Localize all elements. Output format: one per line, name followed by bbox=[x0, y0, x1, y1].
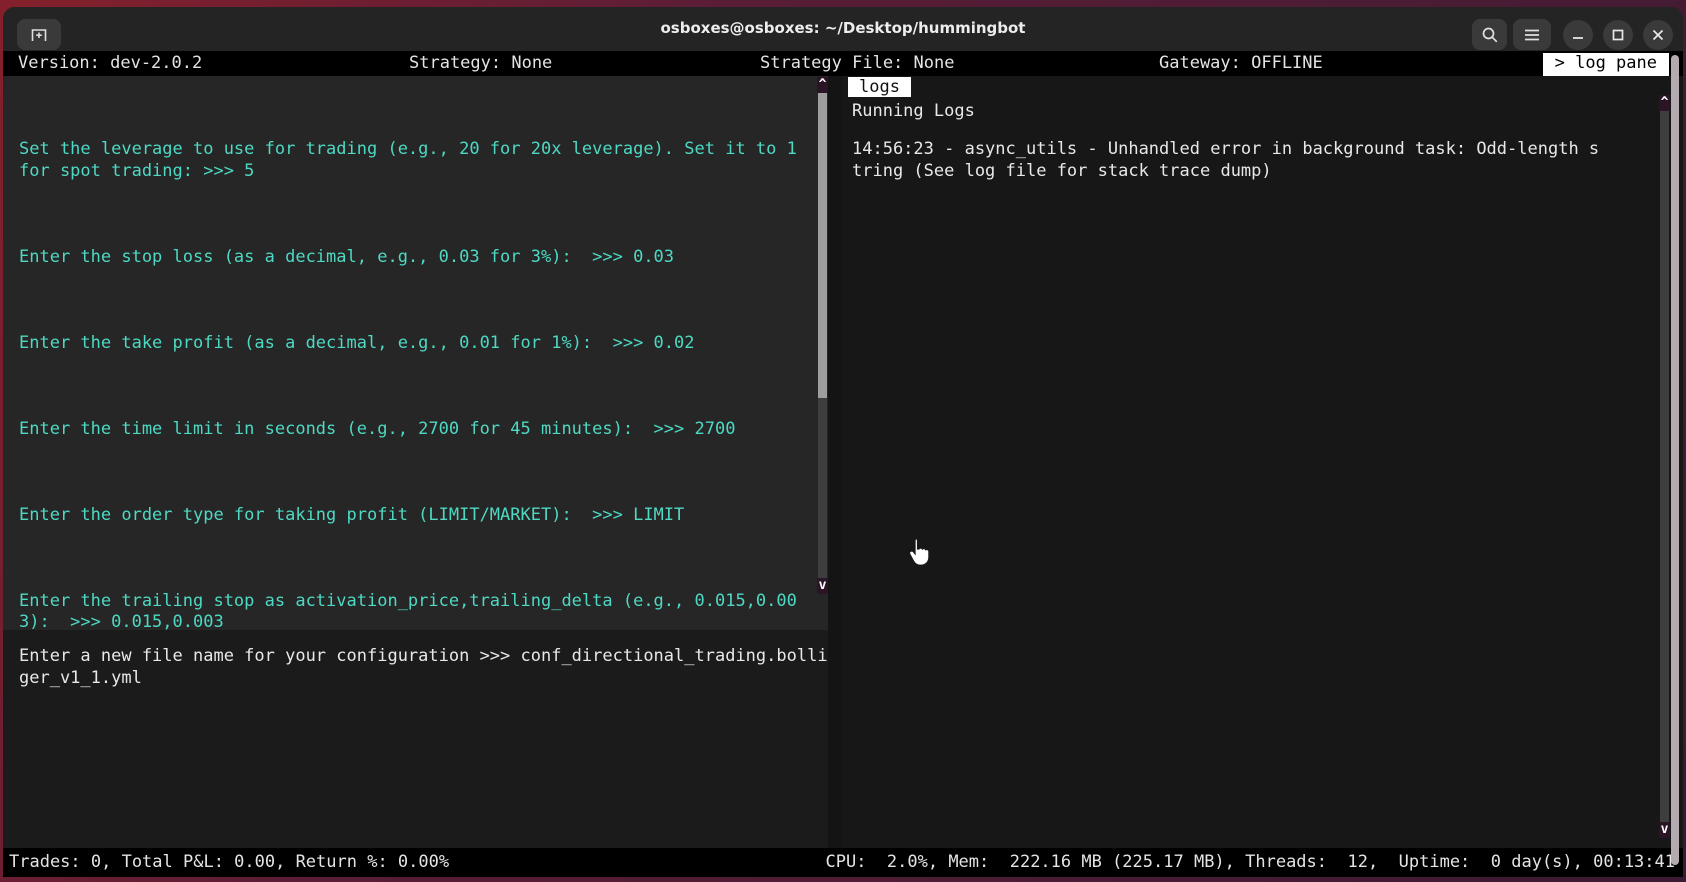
maximize-icon bbox=[1612, 29, 1624, 41]
strategy-file-label: Strategy File: None bbox=[760, 53, 954, 74]
prompt-order-type: Enter the order type for taking profit (… bbox=[19, 505, 809, 527]
log-entry: 14:56:23 - async_utils - Unhandled error… bbox=[852, 139, 1601, 182]
prompt-stop-loss: Enter the stop loss (as a decimal, e.g.,… bbox=[19, 247, 809, 269]
search-icon bbox=[1481, 26, 1499, 44]
log-pane: logs Running Logs 14:56:23 - async_utils… bbox=[842, 76, 1683, 848]
close-button[interactable] bbox=[1643, 20, 1673, 50]
window-title: osboxes@osboxes: ~/Desktop/hummingbot bbox=[3, 19, 1683, 37]
config-prompt-scroll-area[interactable]: Set the leverage to use for trading (e.g… bbox=[3, 76, 828, 630]
search-button[interactable] bbox=[1472, 19, 1507, 50]
scrollbar-thumb[interactable] bbox=[818, 93, 827, 398]
prompt-trailing-stop: Enter the trailing stop as activation_pr… bbox=[19, 591, 809, 631]
window-scrollbar[interactable] bbox=[1671, 55, 1679, 865]
filename-input-area[interactable]: Enter a new file name for your configura… bbox=[3, 630, 828, 848]
prompt-leverage: Set the leverage to use for trading (e.g… bbox=[19, 139, 809, 182]
scroll-up-arrow-icon[interactable]: ^ bbox=[817, 77, 828, 93]
input-pane-scrollbar[interactable]: ^ v bbox=[817, 76, 828, 594]
menu-button[interactable] bbox=[1513, 19, 1551, 50]
minimize-button[interactable] bbox=[1563, 20, 1593, 50]
filename-prompt: Enter a new file name for your configura… bbox=[19, 646, 840, 689]
prompt-time-limit: Enter the time limit in seconds (e.g., 2… bbox=[19, 419, 809, 441]
minimize-icon bbox=[1572, 29, 1584, 41]
top-status-bar: Version: dev-2.0.2 Strategy: None Strate… bbox=[3, 51, 1683, 76]
hamburger-menu-icon bbox=[1524, 28, 1540, 42]
system-stats: CPU: 2.0%, Mem: 222.16 MB (225.17 MB), T… bbox=[826, 852, 1676, 873]
hand-cursor-icon bbox=[905, 536, 933, 568]
input-pane: Set the leverage to use for trading (e.g… bbox=[3, 76, 828, 848]
bottom-status-bar: Trades: 0, Total P&L: 0.00, Return %: 0.… bbox=[3, 848, 1683, 877]
strategy-label: Strategy: None bbox=[409, 53, 552, 74]
scroll-down-arrow-icon[interactable]: v bbox=[817, 578, 828, 594]
config-prompt-list: Set the leverage to use for trading (e.g… bbox=[19, 96, 809, 630]
titlebar: osboxes@osboxes: ~/Desktop/hummingbot bbox=[3, 7, 1683, 51]
log-pane-scrollbar[interactable]: ^ v bbox=[1659, 95, 1670, 840]
new-tab-icon bbox=[29, 27, 49, 43]
maximize-button[interactable] bbox=[1603, 20, 1633, 50]
pane-divider bbox=[828, 76, 842, 848]
running-logs-heading: Running Logs bbox=[852, 101, 975, 123]
prompt-take-profit: Enter the take profit (as a decimal, e.g… bbox=[19, 333, 809, 355]
version-label: Version: dev-2.0.2 bbox=[18, 53, 202, 74]
mouse-cursor bbox=[905, 536, 933, 568]
close-icon bbox=[1652, 29, 1664, 41]
scroll-up-arrow-icon[interactable]: ^ bbox=[1659, 95, 1670, 111]
tab-logs[interactable]: logs bbox=[848, 77, 911, 97]
scrollbar-track[interactable] bbox=[1660, 111, 1669, 822]
trades-summary: Trades: 0, Total P&L: 0.00, Return %: 0.… bbox=[9, 852, 449, 873]
gateway-label: Gateway: OFFLINE bbox=[1159, 53, 1323, 74]
terminal-window: osboxes@osboxes: ~/Desktop/hummingbot bbox=[3, 7, 1683, 877]
scroll-down-arrow-icon[interactable]: v bbox=[1659, 822, 1670, 838]
main-area: Set the leverage to use for trading (e.g… bbox=[3, 76, 1683, 848]
log-pane-toggle-button[interactable]: > log pane bbox=[1543, 53, 1669, 76]
new-tab-button[interactable] bbox=[17, 19, 61, 50]
